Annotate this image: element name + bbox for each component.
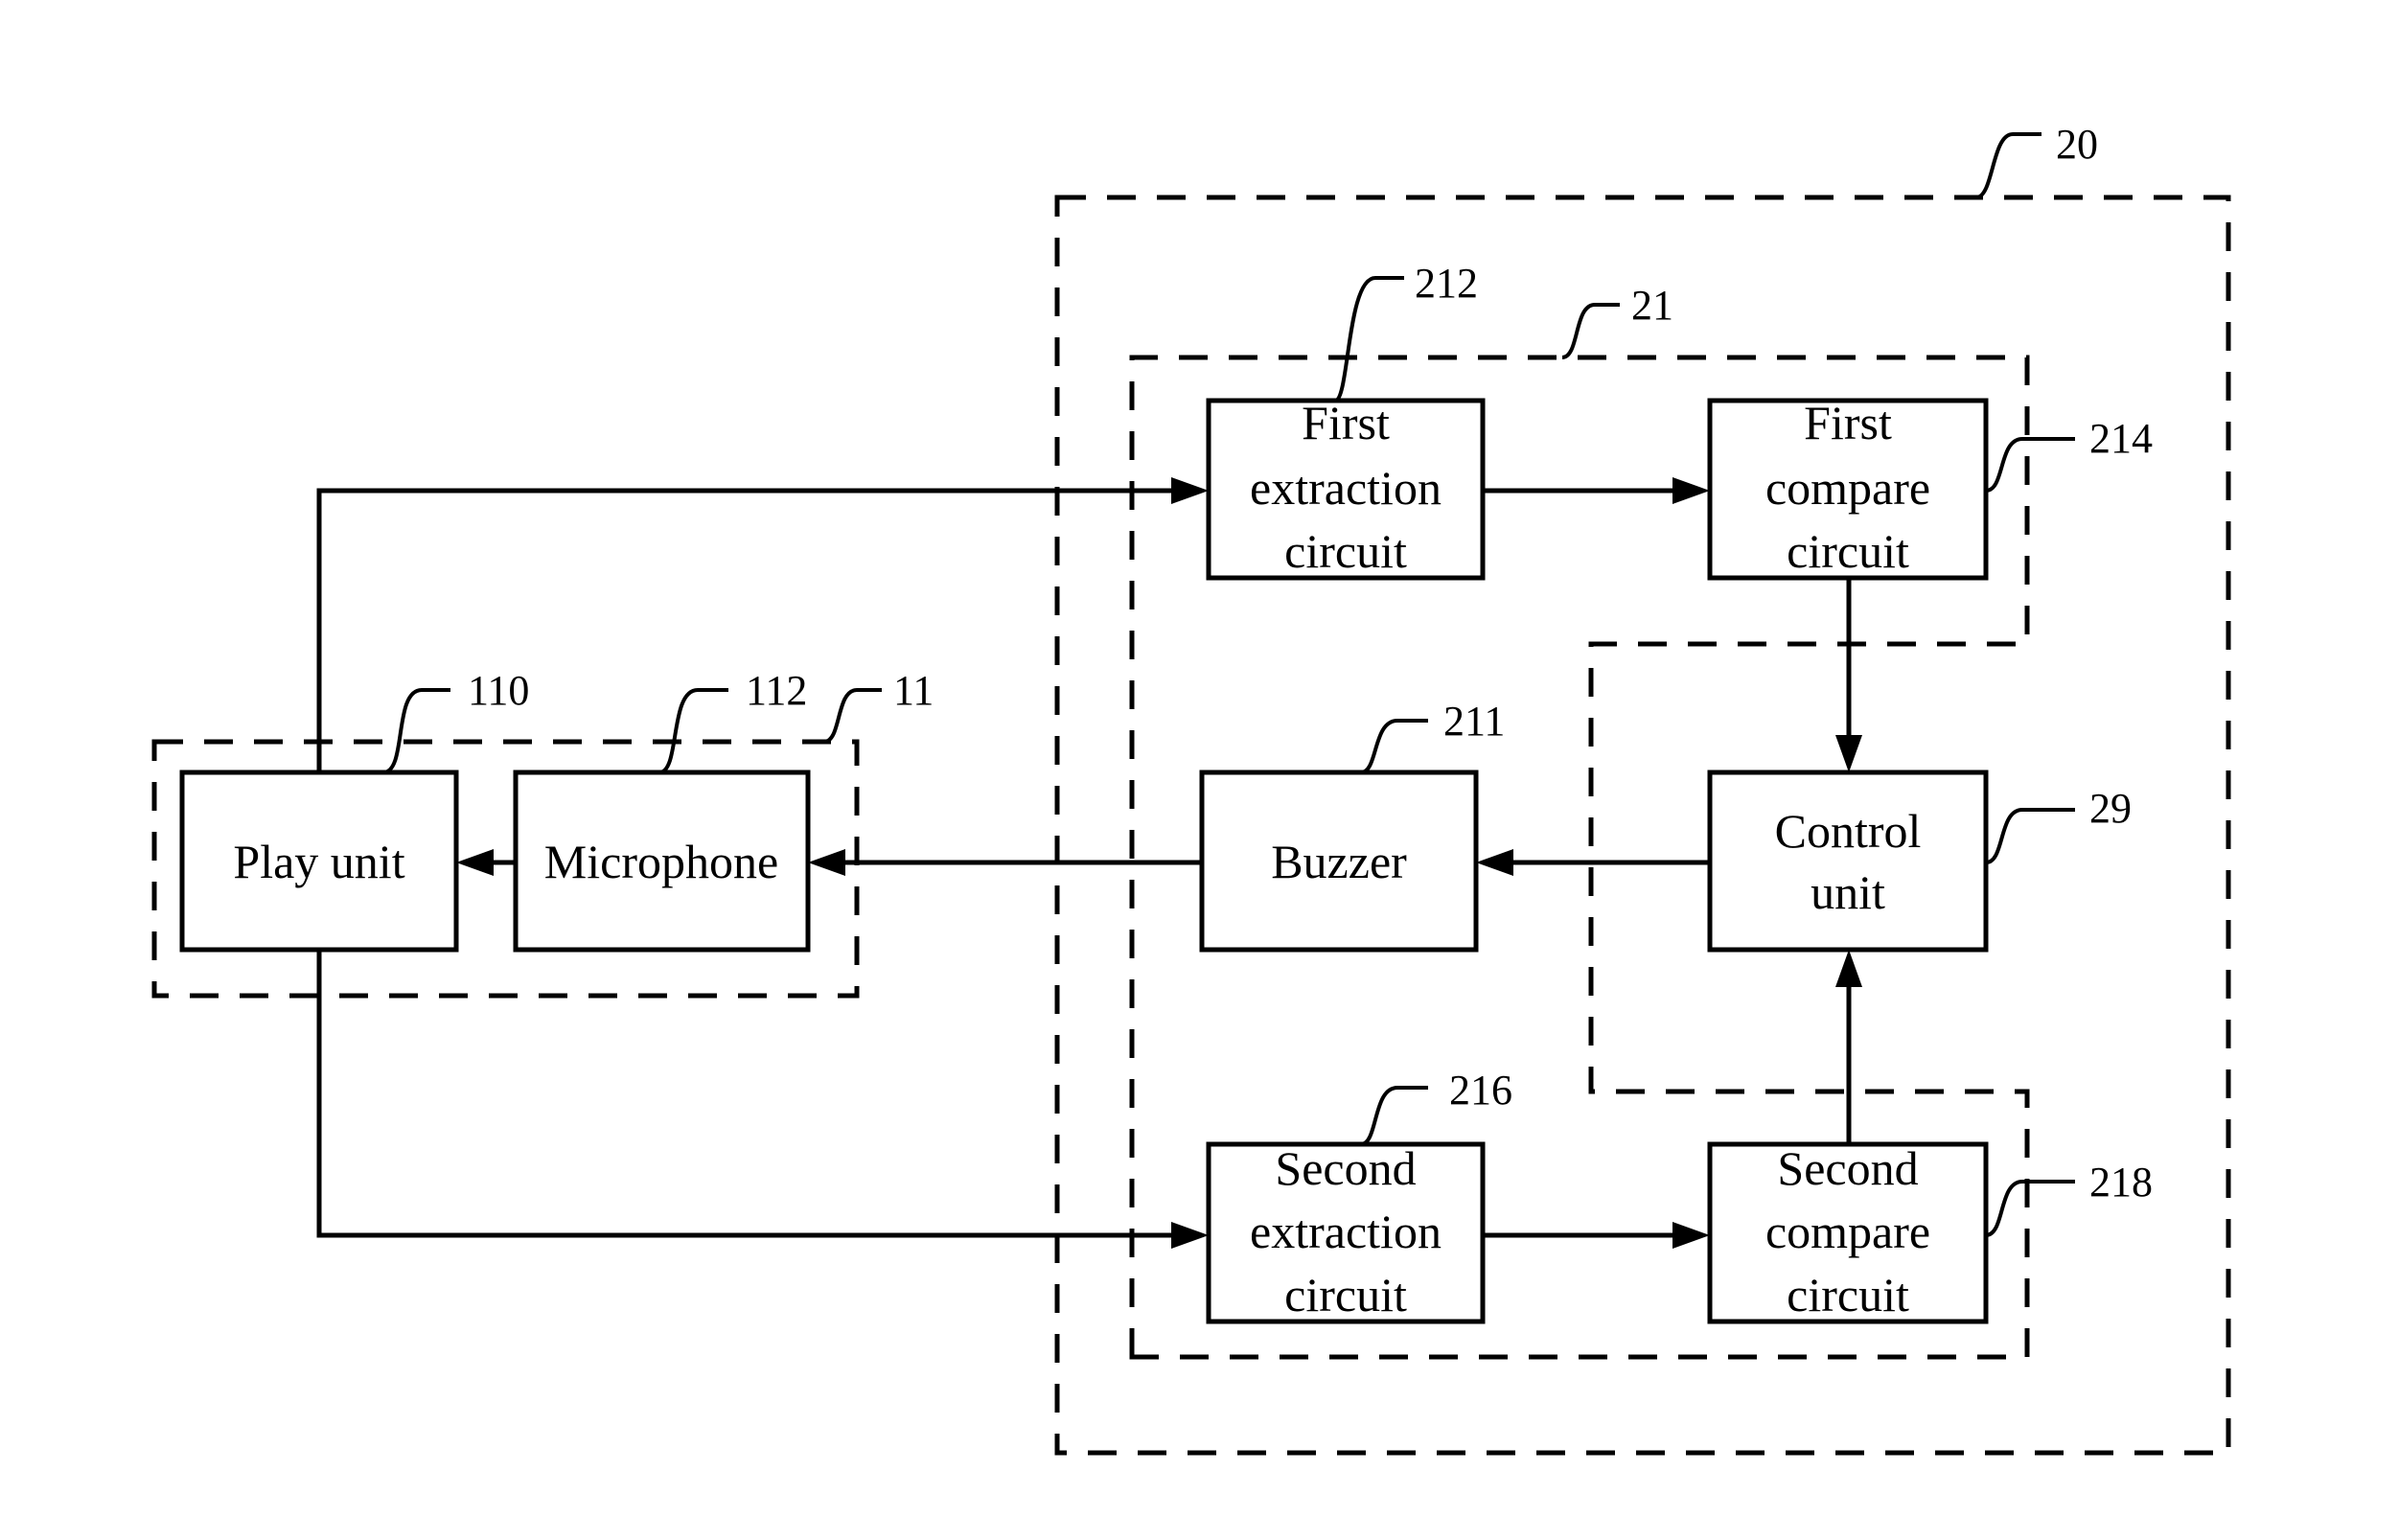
block-diagram: Play unit Microphone Buzzer Control unit… <box>151 121 2231 1456</box>
ref-216: 216 <box>1360 1067 1512 1146</box>
block-label: circuit <box>1787 1268 1909 1322</box>
ref-number: 218 <box>2089 1159 2153 1206</box>
arrowhead <box>1171 477 1209 504</box>
ref-20: 20 <box>1975 121 2098 199</box>
arrowhead <box>1835 950 1862 987</box>
arrowhead <box>456 849 494 876</box>
block-label: Play unit <box>233 835 404 888</box>
block-label: Microphone <box>544 835 778 888</box>
block-second-extraction: Second extraction circuit <box>1206 1141 1486 1324</box>
block-play-unit: Play unit <box>179 770 459 953</box>
block-label: First <box>1804 396 1892 449</box>
block-label: Second <box>1275 1141 1416 1195</box>
block-label: Second <box>1777 1141 1918 1195</box>
block-label: circuit <box>1787 524 1909 578</box>
wire-play-to-first-extraction <box>316 488 1174 772</box>
block-label: compare <box>1765 1205 1930 1258</box>
block-first-compare: First compare circuit <box>1707 396 1989 581</box>
arrowhead <box>1672 1222 1710 1249</box>
block-label: circuit <box>1284 1268 1407 1322</box>
ref-212: 212 <box>1333 260 1478 402</box>
block-label: Control <box>1775 804 1922 858</box>
ref-number: 20 <box>2056 121 2098 168</box>
ref-112: 112 <box>658 667 807 774</box>
ref-218: 218 <box>1985 1159 2153 1237</box>
block-microphone: Microphone <box>513 770 811 953</box>
arrowhead <box>1171 1222 1209 1249</box>
ref-211: 211 <box>1360 698 1505 774</box>
ref-number: 216 <box>1449 1067 1512 1114</box>
ref-number: 21 <box>1631 282 1673 329</box>
block-label: Buzzer <box>1271 835 1407 888</box>
ref-number: 211 <box>1443 698 1505 745</box>
block-label: First <box>1302 396 1390 449</box>
block-label: circuit <box>1284 524 1407 578</box>
block-label: extraction <box>1250 1205 1442 1258</box>
ref-number: 214 <box>2089 415 2153 462</box>
block-buzzer: Buzzer <box>1199 770 1479 953</box>
block-control-unit: Control unit <box>1707 770 1989 953</box>
arrowhead <box>808 849 845 876</box>
ref-29: 29 <box>1985 785 2132 864</box>
block-second-compare: Second compare circuit <box>1707 1141 1989 1324</box>
ref-21: 21 <box>1561 282 1673 359</box>
ref-number: 29 <box>2089 785 2132 832</box>
block-label: unit <box>1811 865 1885 919</box>
arrowhead <box>1835 735 1862 772</box>
ref-number: 11 <box>893 667 934 714</box>
arrowhead <box>1476 849 1513 876</box>
wire-play-to-second-extraction <box>316 950 1174 1238</box>
ref-number: 212 <box>1415 260 1478 307</box>
ref-number: 112 <box>746 667 807 714</box>
ref-214: 214 <box>1985 415 2153 493</box>
block-label: compare <box>1765 461 1930 515</box>
ref-number: 110 <box>468 667 529 714</box>
arrowhead <box>1672 477 1710 504</box>
block-label: extraction <box>1250 461 1442 515</box>
ref-11: 11 <box>823 667 934 744</box>
ref-110: 110 <box>382 667 529 774</box>
block-first-extraction: First extraction circuit <box>1206 396 1486 581</box>
